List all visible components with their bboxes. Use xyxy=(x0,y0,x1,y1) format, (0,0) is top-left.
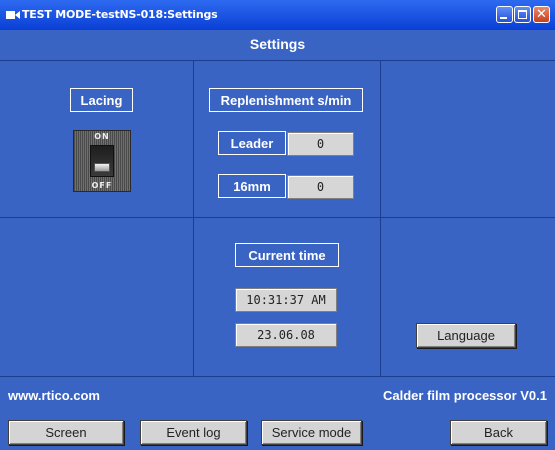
replenishment-title: Replenishment s/min xyxy=(209,88,363,112)
service-mode-button[interactable]: Service mode xyxy=(261,420,362,445)
switch-lever-icon xyxy=(94,163,110,172)
switch-on-label: ON xyxy=(94,132,110,141)
maximize-button[interactable] xyxy=(514,6,531,23)
date-display: 23.06.08 xyxy=(235,323,337,347)
close-button[interactable]: ✕ xyxy=(533,6,550,23)
version-label: Calder film processor V0.1 xyxy=(382,388,547,403)
screen-button[interactable]: Screen xyxy=(8,420,124,445)
16mm-value-field[interactable]: 0 xyxy=(287,175,354,199)
current-time-label: Current time xyxy=(235,243,339,267)
maximize-icon xyxy=(518,10,527,19)
page-title: Settings xyxy=(249,36,306,52)
switch-off-label: OFF xyxy=(91,181,113,190)
grid-divider xyxy=(0,217,555,218)
grid-divider xyxy=(380,60,381,376)
time-display: 10:31:37 AM xyxy=(235,288,337,312)
lacing-label: Lacing xyxy=(70,88,133,112)
language-button[interactable]: Language xyxy=(416,323,516,348)
back-button[interactable]: Back xyxy=(450,420,547,445)
grid-divider xyxy=(0,376,555,377)
minimize-button[interactable] xyxy=(496,6,513,23)
grid-divider xyxy=(0,60,555,61)
leader-label: Leader xyxy=(218,131,286,155)
window-title: TEST MODE-testNS-018:Settings xyxy=(22,8,218,21)
lacing-toggle-switch[interactable]: ON OFF xyxy=(73,130,131,192)
window-titlebar: TEST MODE-testNS-018:Settings ✕ xyxy=(0,0,555,30)
16mm-label: 16mm xyxy=(218,174,286,198)
app-video-icon xyxy=(6,11,20,19)
switch-body xyxy=(90,145,114,177)
leader-value-field[interactable]: 0 xyxy=(287,132,354,156)
close-icon: ✕ xyxy=(536,7,547,22)
event-log-button[interactable]: Event log xyxy=(140,420,247,445)
minimize-icon xyxy=(500,17,507,19)
website-link: www.rtico.com xyxy=(8,388,100,403)
grid-divider xyxy=(193,60,194,376)
